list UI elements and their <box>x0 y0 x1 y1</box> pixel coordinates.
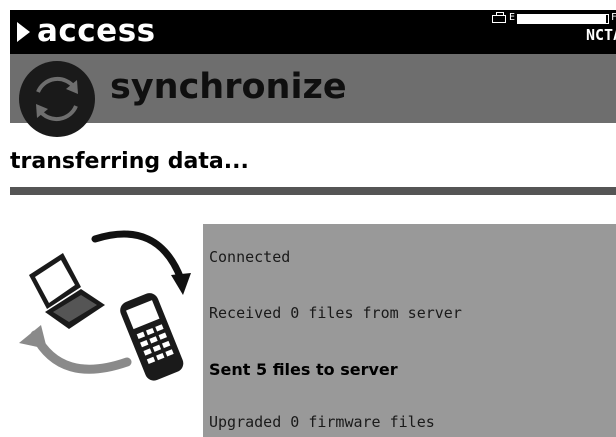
menu-arrow-icon[interactable] <box>17 22 30 42</box>
battery-gauge <box>517 14 609 24</box>
battery-empty-label: E <box>509 12 516 23</box>
sync-icon <box>19 61 95 137</box>
connection-label: NCTA <box>586 26 616 44</box>
header-bar: access E F NCTA <box>10 10 616 54</box>
cycle-arrow-bottom-icon <box>19 325 132 374</box>
handheld-device-icon <box>120 293 184 381</box>
status-line-connected: Connected <box>209 248 291 266</box>
status-area: E F NCTA <box>492 12 616 52</box>
title-bar: synchronize <box>10 54 616 137</box>
brand-name: access <box>37 13 156 49</box>
laptop-icon <box>29 253 105 329</box>
status-heading: transferring data... <box>10 149 249 174</box>
device-screen: access E F NCTA synchronize transferring… <box>10 10 616 437</box>
battery-fill <box>518 15 607 23</box>
status-panel: Connected Received 0 files from server S… <box>203 224 616 437</box>
status-line-upgraded: Upgraded 0 firmware files <box>209 413 435 431</box>
status-line-sent: Sent 5 files to server <box>209 360 398 379</box>
battery-full-label: F <box>611 12 616 23</box>
heading-divider <box>10 187 616 195</box>
cycle-arrow-top-icon <box>91 230 191 295</box>
transfer-illustration <box>19 230 191 381</box>
page-title: synchronize <box>110 67 347 107</box>
status-line-received: Received 0 files from server <box>209 304 462 322</box>
battery-icon <box>492 12 506 23</box>
